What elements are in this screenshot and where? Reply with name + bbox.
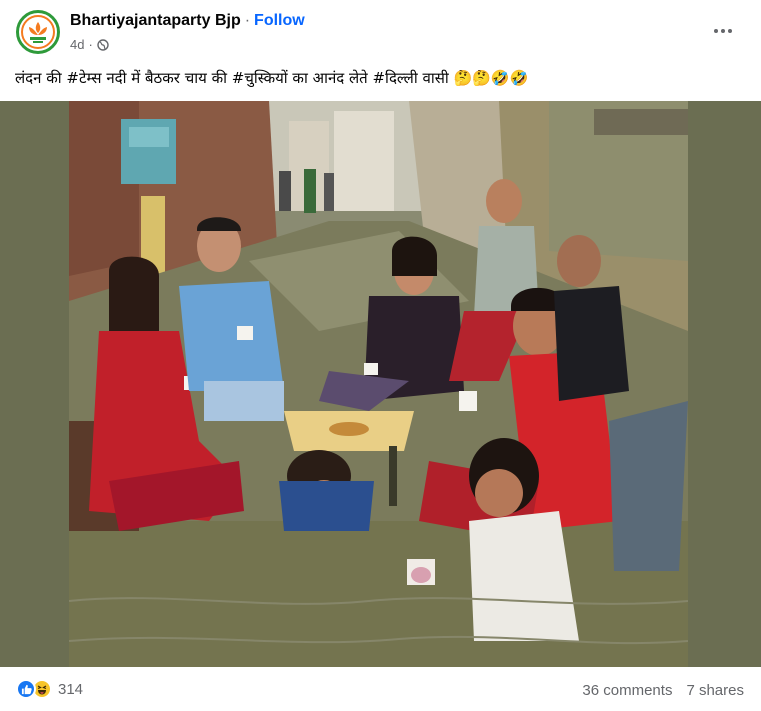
post-caption: लंदन की #टेम्स नदी में बैठकर चाय की #चुस…: [15, 69, 529, 87]
globe-icon: [97, 38, 109, 51]
author-name[interactable]: Bhartiyajantaparty Bjp: [70, 12, 241, 29]
post-time[interactable]: 4d: [70, 37, 84, 52]
flooded-street-photo[interactable]: [69, 101, 688, 667]
reaction-count: 314: [58, 680, 84, 698]
comments-link[interactable]: 36 comments: [582, 682, 672, 699]
page-avatar[interactable]: [16, 10, 60, 54]
reactions-summary[interactable]: 314: [16, 679, 83, 699]
post-footer: 314 36 comments 7 shares: [0, 668, 761, 711]
like-icon: [16, 679, 36, 699]
shares-link[interactable]: 7 shares: [686, 682, 744, 699]
engagement-stats: 36 comments 7 shares: [582, 682, 744, 699]
post-header: Bhartiyajantaparty Bjp · Follow 4d ·: [0, 0, 761, 60]
post-meta: 4d ·: [70, 37, 109, 52]
more-horizontal-icon: [714, 29, 718, 33]
lotus-logo-icon: [29, 22, 47, 43]
separator-dot: ·: [244, 12, 251, 29]
author-line: Bhartiyajantaparty Bjp · Follow: [70, 12, 305, 30]
post-photo-container[interactable]: [0, 101, 761, 667]
separator-dot-small: ·: [88, 37, 93, 52]
follow-button[interactable]: Follow: [254, 12, 305, 29]
more-options-button[interactable]: [708, 18, 738, 44]
